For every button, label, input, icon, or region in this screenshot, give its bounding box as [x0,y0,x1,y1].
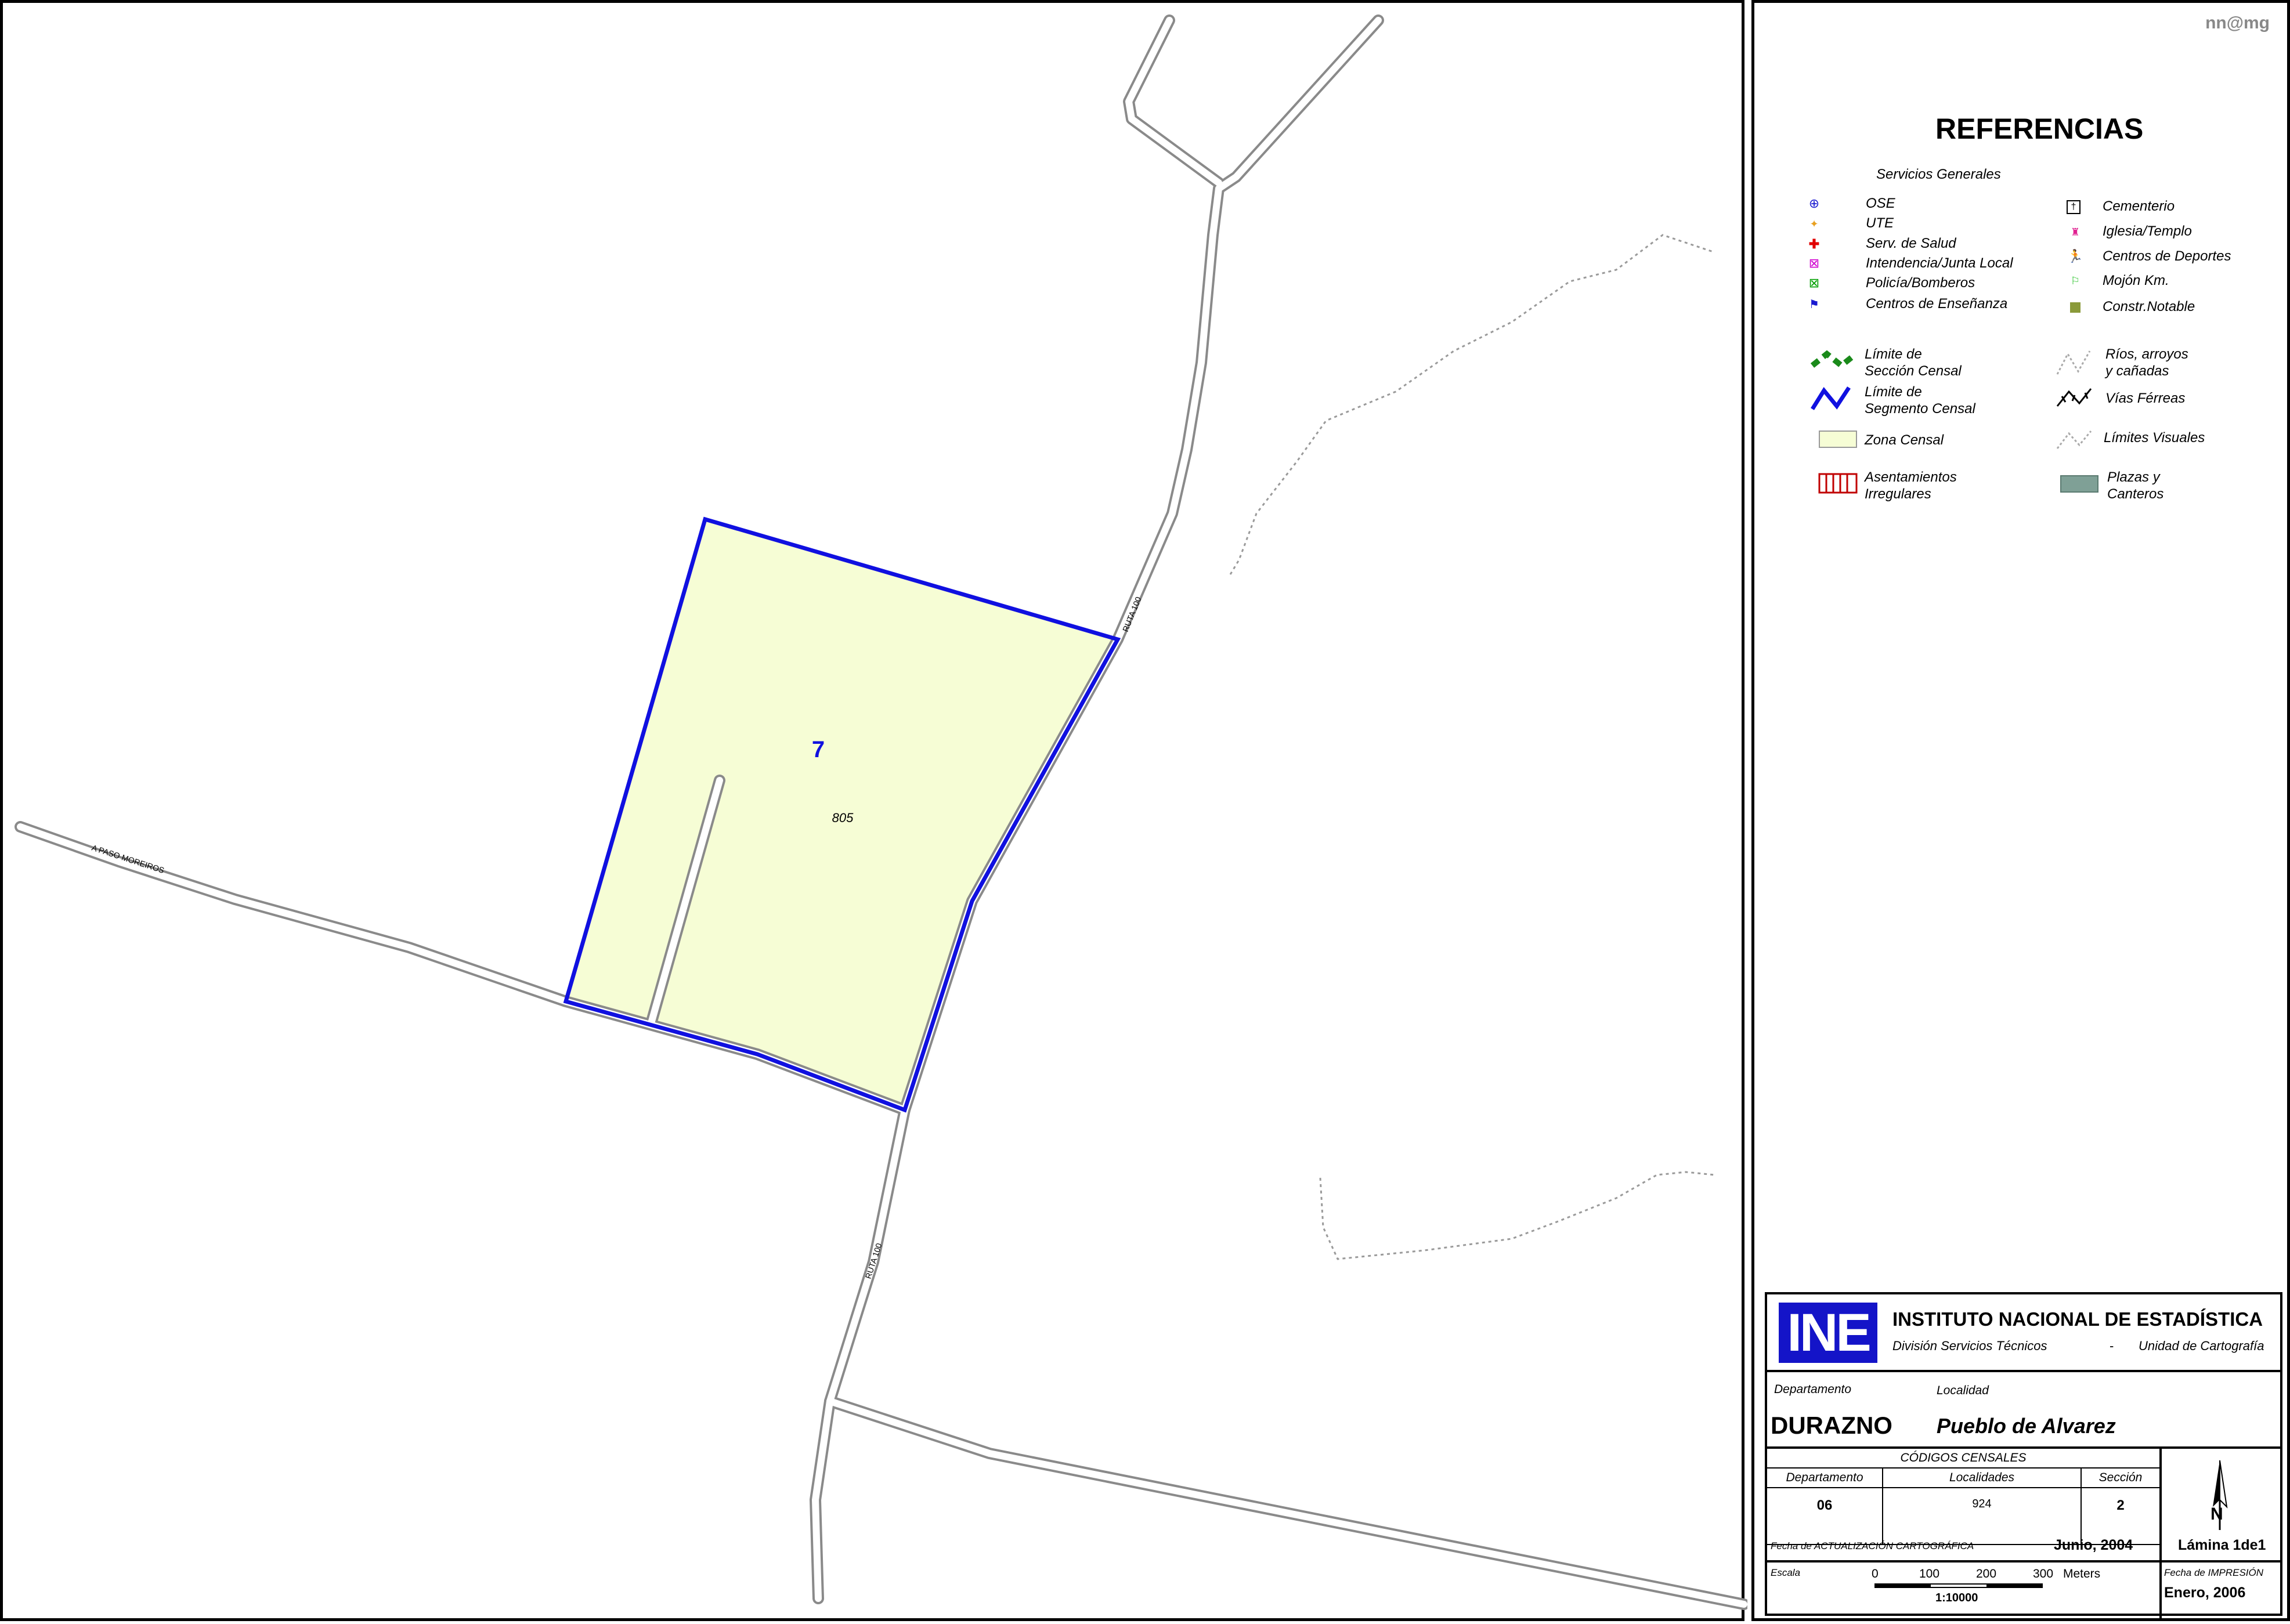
service-label: Cementerio [2103,198,2175,214]
visual-limit-south [1319,1171,1715,1260]
codigos-label: CÓDIGOS CENSALES [1900,1451,2027,1464]
service-label: UTE [1866,215,1894,231]
vias-ferreas-symbol [2056,388,2092,407]
scale-ratio: 1:10000 [1935,1592,1978,1604]
legend-title: REFERENCIAS [1935,113,2144,145]
cod-loc-value: 924 [1972,1498,1992,1510]
cod-dep-label: Departamento [1786,1471,1863,1484]
scale-units: Meters [2063,1567,2101,1580]
scale-tick-300: 300 [2033,1567,2054,1580]
departamento-label: Departamento [1774,1383,1852,1396]
north-label: N [2210,1504,2223,1524]
segment-number-label: 7 [812,737,825,762]
rios-label-2: y cañadas [2105,363,2169,379]
localidad-label: Localidad [1937,1384,1989,1397]
asentamientos-label-2: Irregulares [1865,486,1931,502]
road-label-ruta-south: RUTA 100 [864,1242,884,1280]
cod-loc-label: Localidades [1949,1471,2015,1484]
road-north-loop [1123,15,1225,189]
title-block: INE INSTITUTO NACIONAL DE ESTADÍSTICA Di… [1765,1292,2282,1619]
rios-label-1: Ríos, arroyos [2105,346,2188,362]
service-label: Constr.Notable [2103,299,2195,314]
zone-code-label: 805 [832,811,854,825]
rios-symbol [2056,350,2091,375]
segmento-limit-label-1: Límite de [1865,384,1922,400]
service-label: Intendencia/Junta Local [1866,255,2013,271]
scale-tick-0: 0 [1872,1567,1879,1580]
services-heading: Servicios Generales [1876,167,2001,182]
service-label: Centros de Deportes [2103,248,2231,264]
school-flag-icon: ⚑ [1809,298,1819,311]
impresion-label: Fecha de IMPRESIÓN [2164,1567,2264,1578]
vias-ferreas-label: Vías Férreas [2105,390,2186,406]
actualizacion-label: Fecha de ACTUALIZACIÓN CARTOGRÁFICA [1771,1540,1974,1551]
watermark: nn@mg [2205,13,2270,32]
departamento-value: DURAZNO [1771,1412,1892,1439]
impresion-value: Enero, 2006 [2164,1585,2246,1601]
police-icon: ⊠ [1808,276,1820,290]
seccion-limit-symbol [1810,350,1858,370]
legend-frame: nn@mg REFERENCIAS Servicios Generales ⊕ … [1751,0,2290,1621]
visual-limit-north [1229,234,1715,575]
cod-dep-value: 06 [1816,1498,1833,1513]
localidad-value: Pueblo de Alvarez [1937,1414,2116,1438]
segmento-limit-label-2: Segmento Censal [1865,401,1975,417]
km-marker-icon: ⚐ [2070,274,2080,287]
ose-icon: ⊕ [1808,196,1820,211]
service-label: Iglesia/Templo [2103,223,2192,239]
seccion-limit-label-2: Sección Censal [1865,363,1962,379]
asentamientos-label-1: Asentamientos [1865,469,1957,485]
church-icon: ♜ [2070,226,2080,238]
service-label: OSE [1866,196,1895,211]
map-frame: 7 805 A PASO MOREIROS RUTA 100 RUTA 100 [0,0,1747,1624]
ute-icon: ✦ [1809,218,1819,230]
service-label: Policía/Bomberos [1866,275,1975,291]
cod-sec-label: Sección [2098,1471,2143,1484]
segmento-limit-symbol [1811,386,1851,410]
limites-visuales-label: Límites Visuales [2104,430,2205,446]
lamina-label: Lámina 1de1 [2178,1537,2266,1553]
scale-tick-200: 200 [1976,1567,1997,1580]
division-name: División Servicios Técnicos [1892,1339,2047,1353]
notable-building-icon [2068,300,2083,315]
scale-bar [1874,1583,2043,1588]
plazas-label-1: Plazas y [2107,469,2160,485]
division-dash: - [2110,1339,2114,1353]
cemetery-icon: † [2067,200,2080,214]
intendencia-icon: ⊠ [1808,256,1820,270]
service-label: Serv. de Salud [1866,236,1956,251]
asentamientos-symbol [1818,473,1858,494]
actualizacion-value: Junio, 2004 [2054,1537,2133,1553]
seccion-limit-label-1: Límite de [1865,346,1922,362]
zona-censal-symbol [1819,431,1857,448]
limites-visuales-symbol [2056,431,2092,449]
ine-logo: INE [1779,1303,1877,1363]
cod-sec-value: 2 [2116,1498,2125,1513]
unit-name: Unidad de Cartografía [2139,1339,2264,1353]
scale-tick-100: 100 [1919,1567,1940,1580]
map-canvas[interactable]: 7 805 A PASO MOREIROS RUTA 100 RUTA 100 [3,3,1747,1624]
zona-censal-label: Zona Censal [1865,432,1944,448]
service-label: Centros de Enseñanza [1866,296,2008,312]
sports-icon: 🏃 [2067,249,2083,263]
service-label: Mojón Km. [2103,273,2169,288]
institute-name: INSTITUTO NACIONAL DE ESTADÍSTICA [1892,1308,2263,1330]
plazas-label-2: Canteros [2107,486,2164,502]
health-cross-icon: ✚ [1808,237,1820,251]
plazas-symbol [2060,475,2098,493]
escala-label: Escala [1771,1567,1801,1578]
